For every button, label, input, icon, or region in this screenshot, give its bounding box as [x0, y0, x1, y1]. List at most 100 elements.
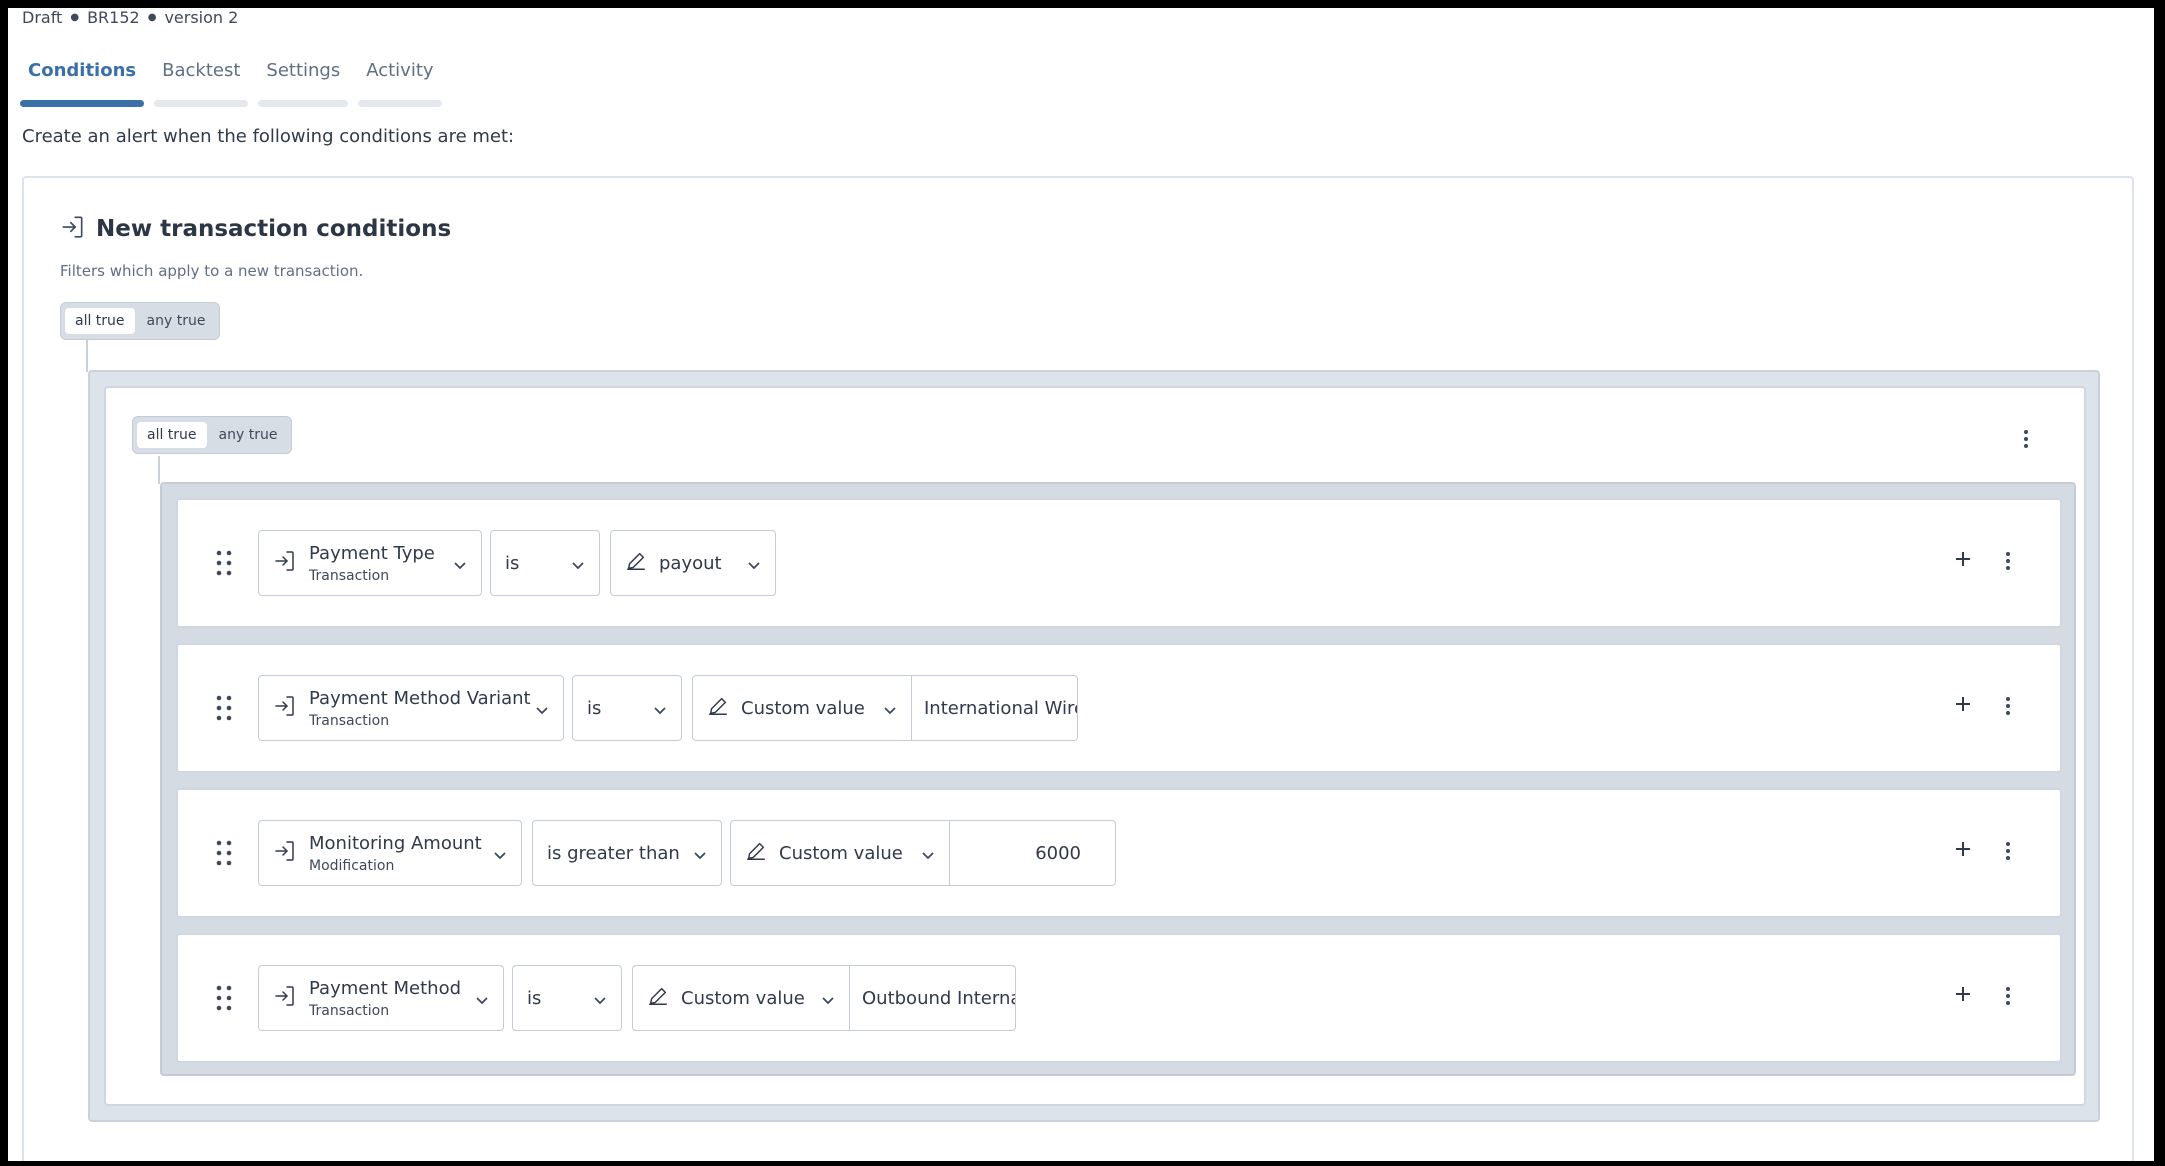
chevron-down-icon — [693, 847, 707, 866]
value-mode-label: Custom value — [779, 842, 903, 864]
login-arrow-icon — [60, 214, 86, 244]
drag-handle-icon[interactable] — [216, 985, 232, 1015]
chevron-down-icon — [453, 557, 467, 576]
field-label: Payment Method Variant — [309, 687, 531, 709]
condition-subgroup: all true any true Payment Type Transacti… — [104, 386, 2086, 1106]
row-more-menu-icon[interactable] — [2000, 695, 2016, 721]
custom-value-input[interactable]: International Wire — [912, 675, 1078, 741]
condition-row: Monitoring Amount Modification is greater… — [176, 788, 2062, 918]
value-mode-select[interactable]: payout — [610, 530, 776, 596]
tab-conditions[interactable]: Conditions — [20, 60, 145, 107]
chevron-down-icon — [821, 992, 835, 1011]
chevron-down-icon — [535, 702, 549, 721]
custom-value-input[interactable]: Outbound Interna — [850, 965, 1016, 1031]
conditions-card: New transaction conditions Filters which… — [22, 176, 2134, 1161]
chevron-down-icon — [883, 702, 897, 721]
operator-label: is — [505, 552, 520, 574]
value-mode-label: Custom value — [681, 987, 805, 1009]
tree-connector — [158, 456, 160, 484]
tree-connector — [86, 340, 88, 372]
login-arrow-icon — [273, 694, 297, 722]
row-more-menu-icon[interactable] — [2000, 840, 2016, 866]
value-mode-label: payout — [659, 552, 722, 574]
condition-rows: Payment Type Transaction is payout Payme… — [160, 482, 2076, 1076]
tab-label: Conditions — [28, 60, 137, 81]
chevron-down-icon — [747, 557, 761, 576]
add-condition-plus-icon[interactable] — [1954, 840, 1972, 862]
app-frame: Draft ● BR152 ● version 2 Conditions Bac… — [8, 8, 2154, 1161]
toggle-all-true[interactable]: all true — [65, 308, 135, 334]
pencil-icon — [707, 695, 729, 721]
group-more-menu-icon[interactable] — [2018, 428, 2034, 454]
add-condition-plus-icon[interactable] — [1954, 695, 1972, 717]
operator-label: is greater than — [547, 842, 680, 864]
login-arrow-icon — [273, 984, 297, 1012]
operator-select[interactable]: is greater than — [532, 820, 722, 886]
tab-backtest[interactable]: Backtest — [154, 60, 249, 107]
chevron-down-icon — [593, 992, 607, 1011]
tab-label: Backtest — [162, 60, 241, 81]
match-mode-toggle[interactable]: all true any true — [60, 302, 221, 340]
drag-handle-icon[interactable] — [216, 550, 232, 580]
operator-select[interactable]: is — [490, 530, 600, 596]
tab-bar: Conditions Backtest Settings Activity — [20, 60, 442, 107]
field-select[interactable]: Payment Type Transaction — [258, 530, 482, 596]
value-mode-select[interactable]: Custom value — [632, 965, 850, 1031]
value-mode-select[interactable]: Custom value — [692, 675, 912, 741]
field-label: Payment Method — [309, 977, 462, 999]
card-header: New transaction conditions — [60, 214, 451, 244]
condition-group: all true any true Payment Type Transacti… — [88, 370, 2100, 1122]
login-arrow-icon — [273, 839, 297, 867]
card-title: New transaction conditions — [96, 216, 452, 242]
tab-label: Activity — [366, 60, 434, 81]
drag-handle-icon[interactable] — [216, 840, 232, 870]
field-select[interactable]: Payment Method Variant Transaction — [258, 675, 564, 741]
drag-handle-icon[interactable] — [216, 695, 232, 725]
field-source: Modification — [309, 857, 395, 874]
row-more-menu-icon[interactable] — [2000, 985, 2016, 1011]
tab-activity[interactable]: Activity — [358, 60, 442, 107]
field-select[interactable]: Monitoring Amount Modification — [258, 820, 522, 886]
chevron-down-icon — [921, 847, 935, 866]
group-match-mode-toggle[interactable]: all true any true — [132, 416, 293, 454]
row-more-menu-icon[interactable] — [2000, 550, 2016, 576]
operator-select[interactable]: is — [572, 675, 682, 741]
rule-meta: Draft ● BR152 ● version 2 — [22, 8, 238, 27]
tab-indicator — [154, 100, 249, 107]
chevron-down-icon — [653, 702, 667, 721]
field-source: Transaction — [309, 567, 390, 584]
chevron-down-icon — [571, 557, 585, 576]
conditions-intro: Create an alert when the following condi… — [22, 126, 515, 147]
value-mode-select[interactable]: Custom value — [730, 820, 950, 886]
field-label: Monitoring Amount — [309, 832, 482, 854]
pencil-icon — [647, 985, 669, 1011]
custom-value-input[interactable]: 6000 — [950, 820, 1116, 886]
tab-label: Settings — [266, 60, 341, 81]
toggle-any-true[interactable]: any true — [137, 308, 216, 334]
operator-select[interactable]: is — [512, 965, 622, 1031]
rule-status: Draft — [22, 8, 63, 27]
field-source: Transaction — [309, 1002, 390, 1019]
rule-version: version 2 — [164, 8, 239, 27]
field-source: Transaction — [309, 712, 390, 729]
tab-indicator — [20, 100, 145, 107]
tab-settings[interactable]: Settings — [258, 60, 349, 107]
rule-id: BR152 — [87, 8, 140, 27]
toggle-all-true[interactable]: all true — [137, 422, 207, 448]
add-condition-plus-icon[interactable] — [1954, 550, 1972, 572]
chevron-down-icon — [493, 847, 507, 866]
condition-row: Payment Type Transaction is payout — [176, 498, 2062, 628]
card-subtitle: Filters which apply to a new transaction… — [60, 262, 364, 280]
tab-indicator — [258, 100, 349, 107]
condition-row: Payment Method Transaction is Custom valu… — [176, 933, 2062, 1063]
add-condition-plus-icon[interactable] — [1954, 985, 1972, 1007]
toggle-any-true[interactable]: any true — [209, 422, 288, 448]
login-arrow-icon — [273, 549, 297, 577]
pencil-icon — [745, 840, 767, 866]
field-select[interactable]: Payment Method Transaction — [258, 965, 504, 1031]
operator-label: is — [527, 987, 542, 1009]
separator-dot: ● — [147, 12, 157, 23]
operator-label: is — [587, 697, 602, 719]
separator-dot: ● — [70, 12, 80, 23]
pencil-icon — [625, 550, 647, 576]
